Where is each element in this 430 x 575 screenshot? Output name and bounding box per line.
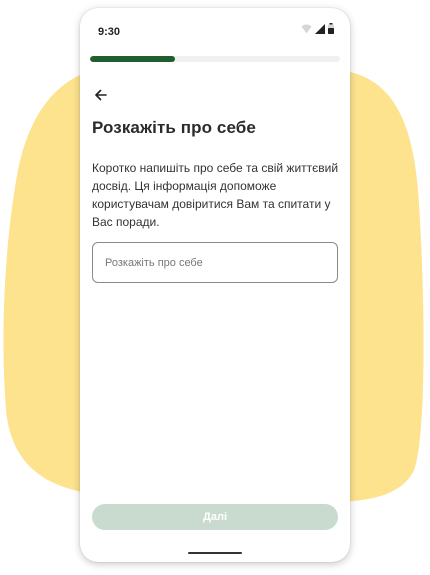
home-indicator (188, 552, 242, 554)
next-button[interactable]: Далі (92, 504, 338, 530)
onboarding-progress-fill (90, 56, 175, 62)
status-time: 9:30 (98, 26, 121, 38)
back-button[interactable] (92, 88, 110, 106)
about-me-input[interactable] (92, 242, 338, 283)
status-bar: 9:30 (80, 8, 350, 52)
onboarding-progress-bar (90, 56, 340, 62)
screen-stage: 9:30 Розкажіть про себе Коротко напишіть… (0, 0, 430, 575)
wifi-icon (301, 21, 312, 39)
phone-frame: 9:30 Розкажіть про себе Коротко напишіть… (80, 8, 350, 562)
battery-icon (328, 21, 334, 39)
page-title: Розкажіть про себе (92, 118, 256, 137)
signal-icon (315, 21, 325, 39)
page-description: Коротко напишіть про себе та свій життєв… (92, 161, 339, 229)
status-icons (301, 23, 334, 39)
arrow-left-icon (95, 88, 107, 106)
